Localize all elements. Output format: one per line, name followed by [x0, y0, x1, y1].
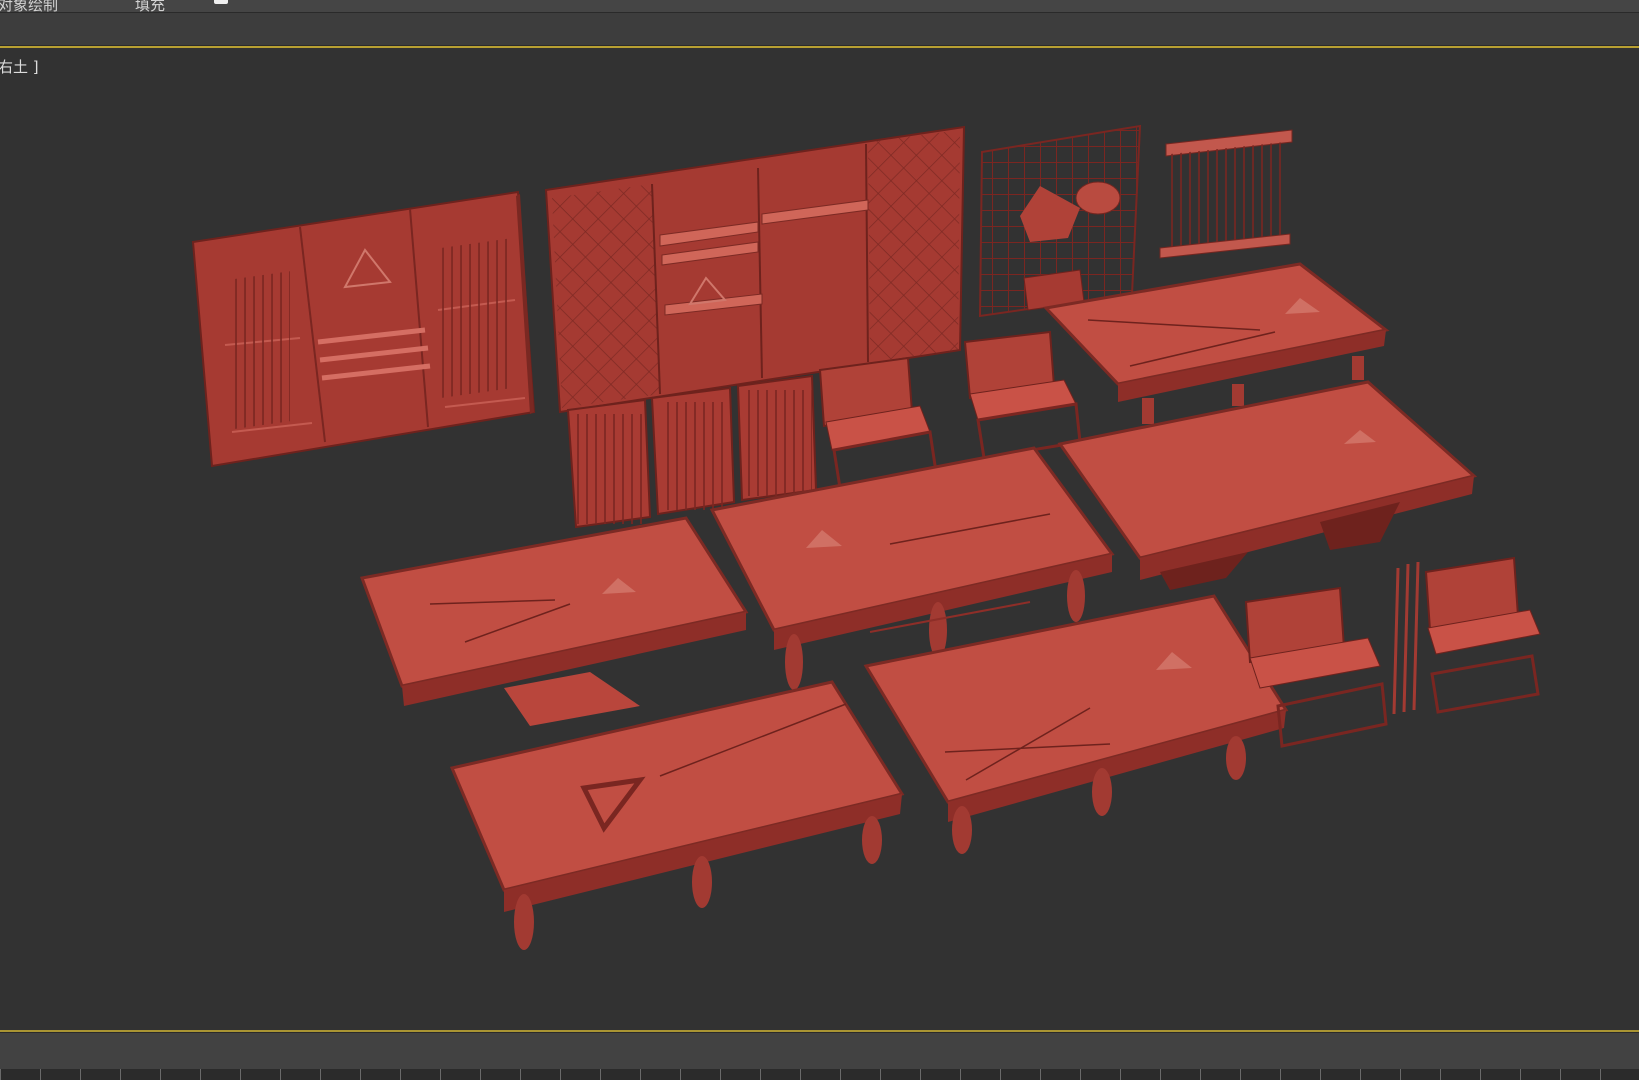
top-toolbar: 对象绘制 填充	[0, 0, 1639, 13]
cue-stand[interactable]	[1392, 561, 1420, 715]
timeline-ruler[interactable]	[0, 1069, 1639, 1080]
fill-color-swatch[interactable]	[214, 0, 228, 4]
pool-table-right-pedestal[interactable]	[1057, 380, 1478, 590]
perspective-viewport[interactable]: 右土 ]	[0, 46, 1639, 1032]
status-bar	[0, 1032, 1639, 1070]
sofa-lower-right[interactable]	[1424, 556, 1541, 714]
toolbar-label-fill[interactable]: 填充	[135, 0, 165, 12]
scene-canvas	[191, 124, 1541, 950]
cue-wall-rack[interactable]	[1159, 129, 1293, 259]
secondary-toolstrip	[0, 13, 1639, 46]
pool-table-bottom-left[interactable]	[449, 680, 905, 950]
cue-cabinet-wall[interactable]	[544, 125, 966, 529]
wall-panel-left[interactable]	[191, 190, 536, 468]
pool-table-bottom-middle[interactable]	[863, 594, 1289, 854]
lattice-rack[interactable]	[978, 124, 1142, 318]
sofa-upper-left[interactable]	[818, 356, 938, 490]
pool-table-left-pedestal[interactable]	[359, 516, 749, 726]
toolbar-label-object-paint[interactable]: 对象绘制	[0, 0, 58, 12]
sofa-upper-right[interactable]	[963, 330, 1082, 460]
